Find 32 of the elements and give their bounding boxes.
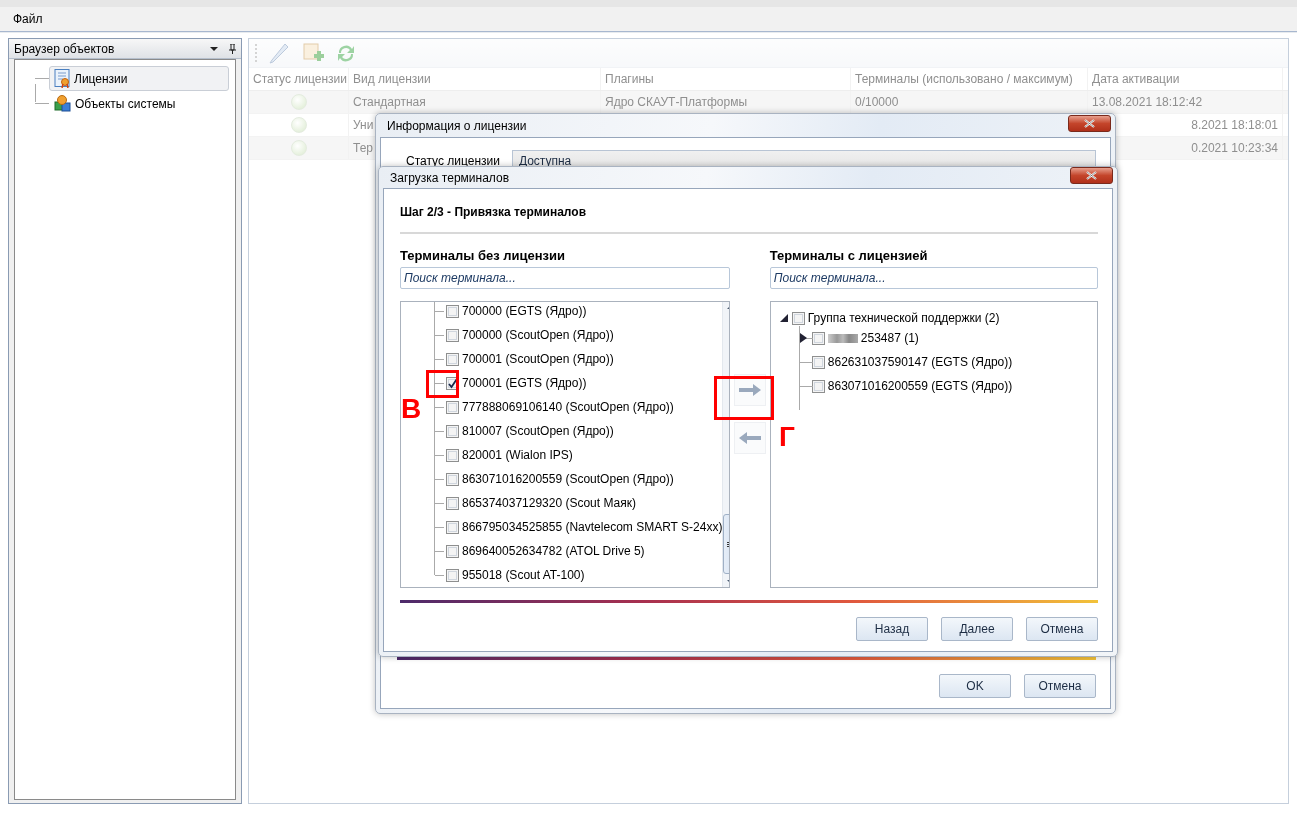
list-heading: Терминалы с лицензией — [769, 248, 928, 263]
tree-label[interactable]: Группа технической поддержки (2) — [807, 311, 1000, 325]
terminal-label[interactable]: 700001 (EGTS (Ядро)) — [462, 376, 587, 390]
list-heading: Терминалы без лицензии — [400, 248, 566, 263]
tree-label[interactable]: 862631037590147 (EGTS (Ядро)) — [827, 355, 1013, 369]
cancel-button[interactable]: Отмена — [1026, 617, 1098, 641]
next-button[interactable]: Далее — [941, 617, 1013, 641]
annotation-letter: В — [401, 395, 422, 423]
terminal-label[interactable]: 700001 (ScoutOpen (Ядро)) — [462, 352, 614, 366]
search-field[interactable]: Поиск терминала... — [769, 267, 1098, 289]
back-button[interactable]: Назад — [856, 617, 928, 641]
terminal-label[interactable]: 810007 (ScoutOpen (Ядро)) — [462, 424, 614, 438]
terminal-label[interactable]: 700000 (ScoutOpen (Ядро)) — [462, 328, 614, 342]
cancel-button[interactable]: Отмена — [1024, 674, 1096, 698]
terminal-label[interactable]: 820001 (Wialon IPS) — [462, 448, 573, 462]
tree-label[interactable]: 863071016200559 (EGTS (Ядро)) — [827, 379, 1013, 393]
terminal-label[interactable]: 700000 (EGTS (Ядро)) — [462, 304, 587, 318]
panel-title: Браузер объектов — [14, 41, 116, 56]
terminal-label[interactable]: 865374037129320 (Scout Маяк) — [462, 496, 636, 510]
annotation-letter: Г — [779, 423, 795, 451]
terminal-label[interactable]: 955018 (Scout AT-100) — [462, 568, 585, 582]
terminal-label[interactable]: 866795034525855 (Navtelecom SMART S-24xx) — [462, 520, 723, 534]
tree-label[interactable]: 253487 (1) — [860, 331, 919, 345]
ok-button[interactable]: OK — [939, 674, 1011, 698]
menu-item[interactable]: Файл — [13, 12, 43, 26]
step-title: Шаг 2/3 - Привязка терминалов — [400, 205, 586, 219]
dialog-title: Загрузка терминалов — [390, 170, 509, 185]
search-field[interactable]: Поиск терминала... — [400, 267, 730, 289]
terminal-label[interactable]: 863071016200559 (ScoutOpen (Ядро)) — [462, 472, 674, 486]
terminal-label[interactable]: 869640052634782 (ATOL Drive 5) — [462, 544, 645, 558]
terminal-label[interactable]: 777888069106140 (ScoutOpen (Ядро)) — [462, 400, 674, 414]
dialog-title: Информация о лицензии — [387, 118, 527, 133]
